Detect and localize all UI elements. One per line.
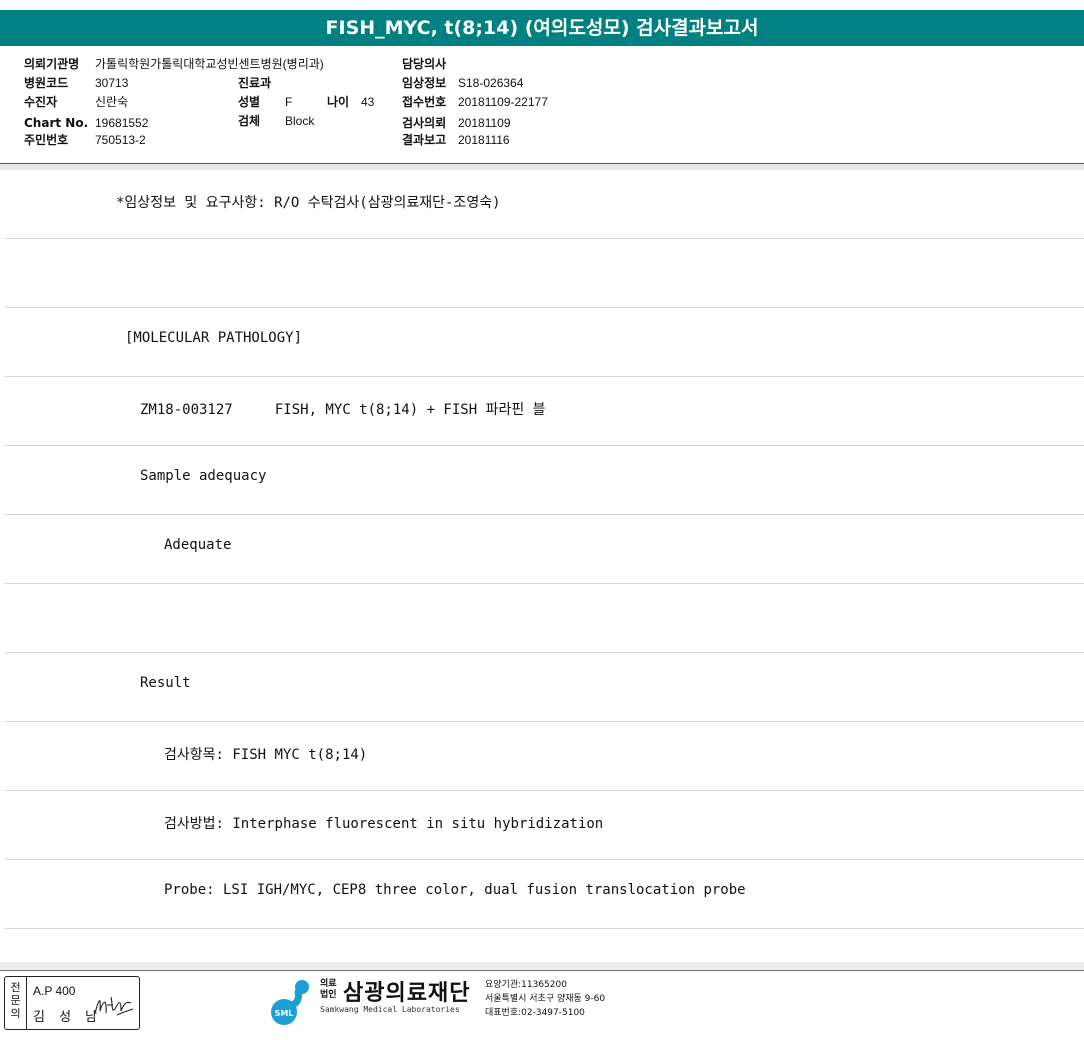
patient-label: 수진자 [24, 95, 58, 109]
clinical-info-label: 임상정보 [402, 76, 447, 90]
report-line: Sample adequacy [4, 446, 1084, 515]
test-request-label: 검사의뢰 [402, 116, 447, 130]
resident-no-value: 750513-2 [95, 133, 146, 147]
report-line: Adequate [4, 515, 1084, 584]
specialist-signature-box: 전문의 A.P 400 김 성 남 [4, 976, 140, 1030]
sample-adequacy-heading: Sample adequacy [140, 468, 267, 484]
result-report-label: 결과보고 [402, 133, 447, 147]
section-heading: [MOLECULAR PATHOLOGY] [125, 330, 303, 346]
clinical-info-value: S18-026364 [458, 76, 524, 90]
report-line: Result [4, 653, 1084, 722]
org-address: 서울특별시 서초구 양재동 9-60 [485, 994, 606, 1004]
sample-adequacy-value: Adequate [164, 537, 232, 553]
hospital-code-label: 병원코드 [24, 76, 69, 90]
test-code-line: ZM18-003127 FISH, MYC t(8;14) + FISH 파라핀… [140, 402, 546, 418]
handwritten-signature [94, 996, 134, 1016]
patient-value: 신란숙 [95, 95, 129, 109]
report-title: FISH_MYC, t(8;14) (여의도성모) 검사결과보고서 [0, 10, 1084, 46]
reception-no-value: 20181109-22177 [458, 95, 548, 109]
report-line: 검사방법: Interphase fluorescent in situ hyb… [4, 791, 1084, 860]
report-line [4, 584, 1084, 653]
specimen-value: Block [285, 114, 315, 128]
age-value: 43 [361, 95, 375, 109]
report-line [4, 239, 1084, 308]
org-name: 삼광의료재단 [343, 981, 471, 1006]
department-label: 진료과 [238, 76, 272, 90]
footer-shade [0, 962, 1084, 970]
resident-no-label: 주민번호 [24, 133, 69, 147]
sex-value: F [285, 95, 293, 109]
ap-code: A.P 400 [33, 984, 76, 998]
report-body: *임상정보 및 요구사항: R/O 수탁검사(삼광의료재단-조영숙) [MOLE… [4, 170, 1084, 929]
clinical-request-text: *임상정보 및 요구사항: R/O 수탁검사(삼광의료재단-조영숙) [116, 195, 501, 211]
sml-logo-icon: SML [271, 980, 309, 1025]
logo-text: SML [275, 1009, 294, 1018]
hospital-code-value: 30713 [95, 76, 129, 90]
test-item-line: 검사항목: FISH MYC t(8;14) [164, 747, 368, 763]
specialist-vertical-label: 전문의 [5, 977, 27, 1029]
age-label: 나이 [327, 95, 350, 109]
report-line: [MOLECULAR PATHOLOGY] [4, 308, 1084, 377]
institution-label: 의뢰기관명 [24, 57, 80, 71]
reception-no-label: 접수번호 [402, 95, 447, 109]
report-line: Probe: LSI IGH/MYC, CEP8 three color, du… [4, 860, 1084, 929]
chart-no-value: 19681552 [95, 116, 149, 130]
report-line: *임상정보 및 요구사항: R/O 수탁검사(삼광의료재단-조영숙) [4, 170, 1084, 239]
report-line: 검사항목: FISH MYC t(8;14) [4, 722, 1084, 791]
specialist-vertical-text: 전문의 [10, 981, 21, 1020]
physician-label: 담당의사 [402, 57, 447, 71]
probe-line: Probe: LSI IGH/MYC, CEP8 three color, du… [164, 882, 746, 898]
chart-no-label: Chart No. [24, 116, 89, 130]
test-request-value: 20181109 [458, 116, 511, 130]
footer-separator [0, 970, 1084, 971]
institution-value: 가톨릭학원가톨릭대학교성빈센트병원(병리과) [95, 57, 324, 71]
result-report-value: 20181116 [458, 133, 510, 147]
sex-label: 성별 [238, 95, 261, 109]
institution-code: 요양기관:11365200 [485, 980, 567, 990]
org-english-name: Samkwang Medical Laboratories [320, 1005, 460, 1014]
org-type: 의료 법인 [320, 979, 337, 1000]
org-phone: 대표번호:02-3497-5100 [485, 1008, 585, 1018]
report-line: ZM18-003127 FISH, MYC t(8;14) + FISH 파라핀… [4, 377, 1084, 446]
specimen-label: 검체 [238, 114, 261, 128]
result-heading: Result [140, 675, 191, 691]
test-method-line: 검사방법: Interphase fluorescent in situ hyb… [164, 816, 604, 832]
